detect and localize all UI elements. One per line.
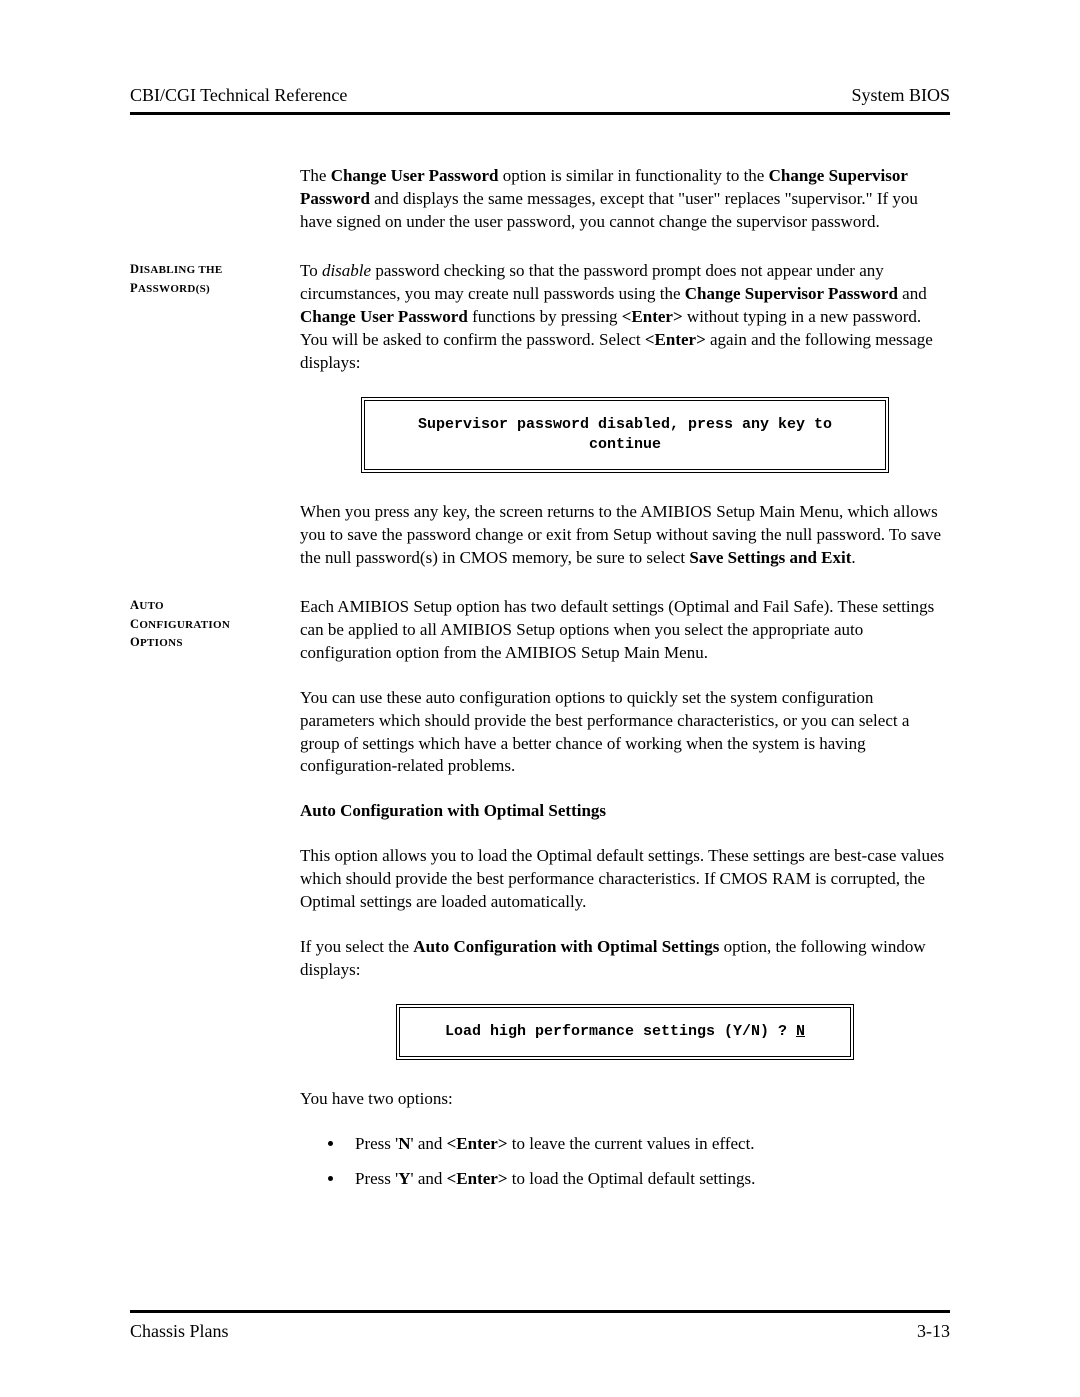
section1-label: DISABLING THEPASSWORD(S) (130, 260, 300, 570)
text-fragment: ' and (411, 1134, 447, 1153)
footer-left: Chassis Plans (130, 1321, 229, 1342)
prompt-default-value: N (796, 1023, 805, 1040)
footer-right: 3-13 (917, 1321, 950, 1342)
section1-p1: To disable password checking so that the… (300, 260, 950, 375)
supervisor-password-disabled-message: Supervisor password disabled, press any … (361, 397, 889, 474)
text-fragment: The (300, 166, 331, 185)
text-fragment: Press ' (355, 1169, 398, 1188)
option-n: Press 'N' and <Enter> to leave the curre… (345, 1133, 950, 1156)
section1-main: To disable password checking so that the… (300, 260, 950, 570)
change-user-password-term: Change User Password (300, 307, 468, 326)
text-fragment: . (851, 548, 855, 567)
enter-key-term: <Enter> (622, 307, 683, 326)
page-footer: Chassis Plans 3-13 (130, 1310, 950, 1342)
intro-paragraph: The Change User Password option is simil… (300, 165, 950, 234)
text-fragment: and (898, 284, 927, 303)
section2-label: AUTOCONFIGURATIONOPTIONS (130, 596, 300, 1203)
options-list: Press 'N' and <Enter> to leave the curre… (300, 1133, 950, 1191)
intro-sidebar (130, 165, 300, 234)
section2-p5: You have two options: (300, 1088, 950, 1111)
change-user-password-term: Change User Password (331, 166, 499, 185)
sidebar-label-text: DISABLING THEPASSWORD(S) (130, 262, 223, 295)
text-fragment: Press ' (355, 1134, 398, 1153)
auto-config-optimal-term: Auto Configuration with Optimal Settings (413, 937, 719, 956)
intro-main: The Change User Password option is simil… (300, 165, 950, 234)
text-fragment: to load the Optimal default settings. (508, 1169, 756, 1188)
section2-main: Each AMIBIOS Setup option has two defaul… (300, 596, 950, 1203)
page-header: CBI/CGI Technical Reference System BIOS (130, 85, 950, 115)
option-y: Press 'Y' and <Enter> to load the Optima… (345, 1168, 950, 1191)
text-fragment: To (300, 261, 322, 280)
load-high-performance-prompt: Load high performance settings (Y/N) ? N (396, 1004, 854, 1060)
text-fragment: and displays the same messages, except t… (300, 189, 918, 231)
n-key-term: N (398, 1134, 410, 1153)
text-fragment: ' and (411, 1169, 447, 1188)
save-settings-exit-term: Save Settings and Exit (689, 548, 851, 567)
section2-p4: If you select the Auto Configuration wit… (300, 936, 950, 982)
y-key-term: Y (398, 1169, 410, 1188)
change-supervisor-password-term: Change Supervisor Password (685, 284, 898, 303)
text-fragment: option is similar in functionality to th… (499, 166, 769, 185)
header-left: CBI/CGI Technical Reference (130, 85, 347, 106)
section1-p2: When you press any key, the screen retur… (300, 501, 950, 570)
section2-p1: Each AMIBIOS Setup option has two defaul… (300, 596, 950, 665)
disable-term: disable (322, 261, 371, 280)
prompt-text: Load high performance settings (Y/N) ? (445, 1023, 796, 1040)
intro-row: The Change User Password option is simil… (130, 165, 950, 234)
enter-key-term: <Enter> (447, 1169, 508, 1188)
section2-p3: This option allows you to load the Optim… (300, 845, 950, 914)
text-fragment: If you select the (300, 937, 413, 956)
section-disabling-password: DISABLING THEPASSWORD(S) To disable pass… (130, 260, 950, 570)
sidebar-label-text: AUTOCONFIGURATIONOPTIONS (130, 598, 230, 650)
header-right: System BIOS (851, 85, 950, 106)
auto-config-optimal-heading: Auto Configuration with Optimal Settings (300, 800, 950, 823)
page-container: CBI/CGI Technical Reference System BIOS … (0, 0, 1080, 1397)
section-auto-config: AUTOCONFIGURATIONOPTIONS Each AMIBIOS Se… (130, 596, 950, 1203)
text-fragment: to leave the current values in effect. (508, 1134, 755, 1153)
enter-key-term: <Enter> (645, 330, 706, 349)
enter-key-term: <Enter> (447, 1134, 508, 1153)
text-fragment: functions by pressing (468, 307, 622, 326)
section2-p2: You can use these auto configuration opt… (300, 687, 950, 779)
